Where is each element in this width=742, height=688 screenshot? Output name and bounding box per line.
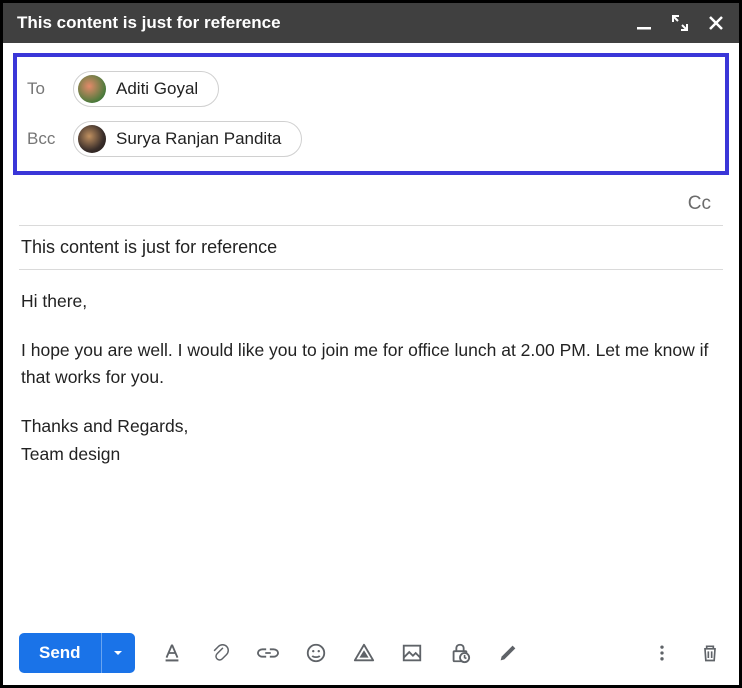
body-signoff: Thanks and Regards, Team design bbox=[21, 413, 721, 467]
drive-icon[interactable] bbox=[351, 640, 377, 666]
titlebar: This content is just for reference bbox=[3, 3, 739, 43]
toolbar-right bbox=[649, 640, 723, 666]
bcc-label: Bcc bbox=[23, 129, 63, 149]
bcc-chip[interactable]: Surya Ranjan Pandita bbox=[73, 121, 302, 157]
expand-icon[interactable] bbox=[671, 14, 689, 32]
minimize-icon[interactable] bbox=[635, 14, 653, 32]
pen-icon[interactable] bbox=[495, 640, 521, 666]
confidential-icon[interactable] bbox=[447, 640, 473, 666]
to-label: To bbox=[23, 79, 63, 99]
to-chip-name: Aditi Goyal bbox=[116, 79, 198, 99]
emoji-icon[interactable] bbox=[303, 640, 329, 666]
bcc-row[interactable]: Bcc Surya Ranjan Pandita bbox=[23, 121, 715, 157]
image-icon[interactable] bbox=[399, 640, 425, 666]
send-button-group: Send bbox=[19, 633, 135, 673]
cc-toggle[interactable]: Cc bbox=[688, 193, 711, 215]
send-button[interactable]: Send bbox=[19, 633, 101, 673]
avatar-icon bbox=[78, 125, 106, 153]
trash-icon[interactable] bbox=[697, 640, 723, 666]
more-options-icon[interactable] bbox=[649, 640, 675, 666]
link-icon[interactable] bbox=[255, 640, 281, 666]
body-greeting: Hi there, bbox=[21, 288, 721, 315]
format-icons bbox=[159, 640, 521, 666]
subject-field[interactable]: This content is just for reference bbox=[19, 225, 723, 270]
bcc-chip-name: Surya Ranjan Pandita bbox=[116, 129, 281, 149]
to-chip[interactable]: Aditi Goyal bbox=[73, 71, 219, 107]
email-body[interactable]: Hi there, I hope you are well. I would l… bbox=[3, 270, 739, 623]
to-row[interactable]: To Aditi Goyal bbox=[23, 71, 715, 107]
text-format-icon[interactable] bbox=[159, 640, 185, 666]
body-paragraph: I hope you are well. I would like you to… bbox=[21, 337, 721, 391]
recipients-highlight-box: To Aditi Goyal Bcc Surya Ranjan Pandita bbox=[13, 53, 729, 175]
compose-toolbar: Send bbox=[3, 623, 739, 685]
close-icon[interactable] bbox=[707, 14, 725, 32]
compose-window: This content is just for reference To Ad… bbox=[0, 0, 742, 688]
window-actions bbox=[635, 14, 725, 32]
subject-text: This content is just for reference bbox=[21, 237, 277, 257]
window-title: This content is just for reference bbox=[17, 13, 635, 33]
avatar-icon bbox=[78, 75, 106, 103]
send-more-button[interactable] bbox=[101, 633, 135, 673]
attach-icon[interactable] bbox=[207, 640, 233, 666]
cc-toggle-row: Cc bbox=[3, 181, 739, 225]
